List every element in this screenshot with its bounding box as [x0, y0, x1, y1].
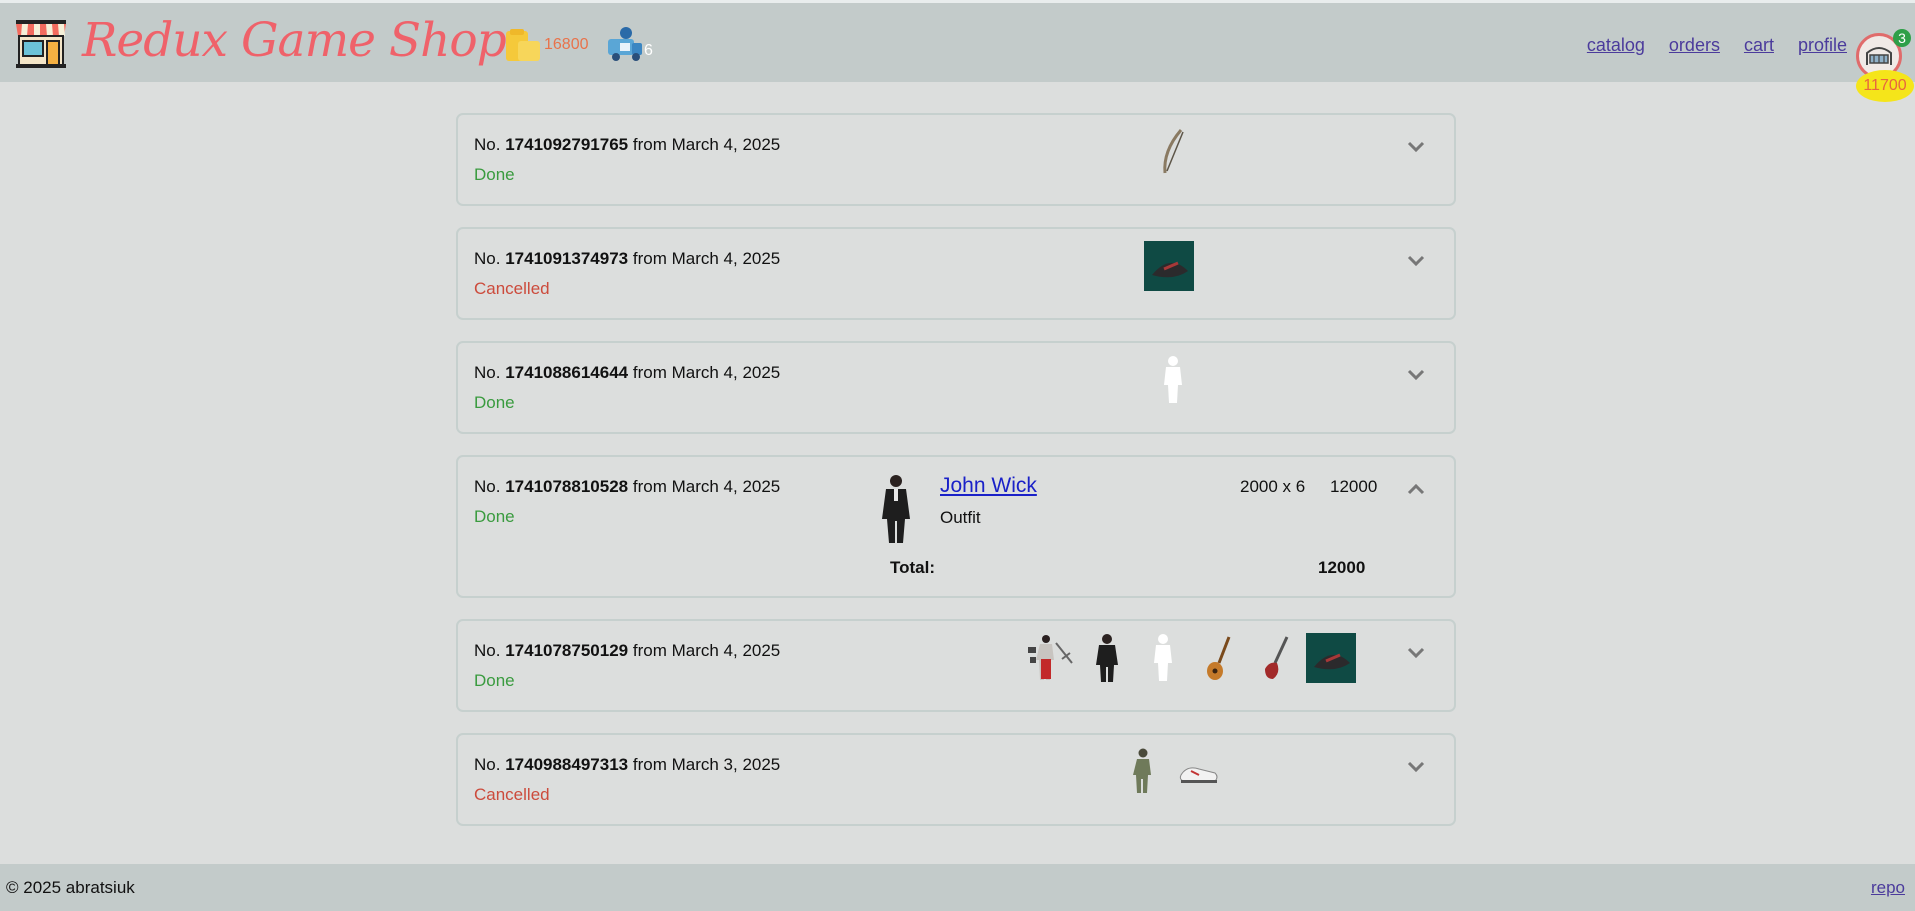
order-id: 1741078810528: [505, 477, 629, 496]
order-thumbnails: [1026, 633, 1356, 683]
chevron-down-icon[interactable]: [1406, 367, 1426, 383]
order-card[interactable]: No. 1740988497313 from March 3, 2025 Can…: [456, 733, 1456, 826]
chevron-down-icon[interactable]: [1406, 253, 1426, 269]
total-value: 12000: [1318, 558, 1366, 577]
order-no-label: No.: [474, 641, 501, 660]
coins-icon: [506, 29, 540, 61]
order-id: 1741091374973: [505, 249, 629, 268]
order-status: Cancelled: [474, 279, 550, 298]
order-date: from March 4, 2025: [632, 477, 781, 496]
order-no-label: No.: [474, 249, 501, 268]
order-no-label: No.: [474, 363, 501, 382]
top-bar: Redux Game Shop 16800 6 catalog orders c…: [0, 0, 1915, 102]
sneakers-thumbnail: [1174, 747, 1224, 797]
order-no-label: No.: [474, 477, 501, 496]
order-id: 1741078750129: [505, 641, 629, 660]
bundle-outfit-thumbnail: [1026, 633, 1076, 683]
order-id: 1741092791765: [505, 135, 629, 154]
order-date: from March 4, 2025: [632, 249, 781, 268]
bow-item-thumbnail: [1148, 127, 1198, 177]
order-header: No. 1741088614644 from March 4, 2025: [474, 363, 780, 383]
order-id: 1741088614644: [505, 363, 629, 382]
order-no-label: No.: [474, 135, 501, 154]
chevron-down-icon[interactable]: [1406, 645, 1426, 661]
order-thumbnails: [1148, 127, 1198, 177]
dark-outfit-thumbnail: [1082, 633, 1132, 683]
delivery-icon: [608, 27, 642, 61]
balance-badge: 11700: [1856, 70, 1914, 102]
nav-catalog[interactable]: catalog: [1587, 35, 1645, 56]
order-card-expanded[interactable]: No. 1741078810528 from March 4, 2025 Don…: [456, 455, 1456, 598]
order-status: Cancelled: [474, 785, 550, 804]
chevron-down-icon[interactable]: [1406, 759, 1426, 775]
brand-title: Redux Game Shop: [82, 13, 507, 68]
order-status: Done: [474, 393, 515, 412]
nav-orders[interactable]: orders: [1669, 35, 1720, 56]
order-date: from March 4, 2025: [632, 641, 781, 660]
chevron-up-icon[interactable]: [1406, 481, 1426, 497]
order-id: 1740988497313: [505, 755, 629, 774]
white-outfit-thumbnail: [1148, 355, 1198, 405]
item-name-link[interactable]: John Wick: [940, 474, 1037, 498]
order-status: Done: [474, 671, 515, 690]
white-outfit-thumbnail: [1138, 633, 1188, 683]
chevron-down-icon[interactable]: [1406, 139, 1426, 155]
total-label: Total:: [890, 558, 936, 577]
repo-link[interactable]: repo: [1871, 878, 1905, 898]
footer: © 2025 abratsiuk repo: [0, 864, 1915, 911]
order-no-label: No.: [474, 755, 501, 774]
item-type: Outfit: [940, 508, 981, 527]
shop-logo-icon[interactable]: [14, 18, 68, 70]
order-date: from March 3, 2025: [632, 755, 781, 774]
order-card[interactable]: No. 1741078750129 from March 4, 2025 Don…: [456, 619, 1456, 712]
copyright: © 2025 abratsiuk: [6, 878, 135, 897]
nav-profile[interactable]: profile: [1798, 35, 1847, 56]
order-header: No. 1741092791765 from March 4, 2025: [474, 135, 780, 155]
orders-count: 6: [644, 42, 653, 59]
order-date: from March 4, 2025: [632, 135, 781, 154]
cart-count-badge: 3: [1893, 29, 1911, 47]
coins-stat: 16800: [504, 27, 589, 63]
order-header: No. 1740988497313 from March 3, 2025: [474, 755, 780, 775]
acoustic-guitar-thumbnail: [1194, 633, 1244, 683]
glider-item-thumbnail: [1144, 241, 1194, 291]
order-header: No. 1741091374973 from March 4, 2025: [474, 249, 780, 269]
glider-item-thumbnail: [1306, 633, 1356, 683]
item-sum: 12000: [1330, 477, 1378, 496]
outfit-thumbnail: [1118, 747, 1168, 797]
order-card[interactable]: No. 1741091374973 from March 4, 2025 Can…: [456, 227, 1456, 320]
cart-badge[interactable]: 3 11700: [1852, 29, 1914, 103]
order-thumbnails: [1118, 747, 1224, 797]
order-header: No. 1741078750129 from March 4, 2025: [474, 641, 780, 661]
order-status: Done: [474, 165, 515, 184]
nav-cart[interactable]: cart: [1744, 35, 1774, 56]
item-image: [876, 473, 916, 545]
order-date: from March 4, 2025: [632, 363, 781, 382]
main-nav: catalog orders cart profile: [1587, 35, 1847, 56]
electric-guitar-thumbnail: [1250, 633, 1300, 683]
order-thumbnails: [1148, 355, 1198, 405]
item-quantity: 2000 x 6: [1240, 477, 1306, 496]
order-status: Done: [474, 507, 515, 526]
order-thumbnails: [1144, 241, 1194, 291]
coins-value: 16800: [544, 36, 589, 53]
order-card[interactable]: No. 1741092791765 from March 4, 2025 Don…: [456, 113, 1456, 206]
orders-list: No. 1741092791765 from March 4, 2025 Don…: [456, 113, 1456, 847]
orders-stat: 6: [606, 25, 653, 65]
order-card[interactable]: No. 1741088614644 from March 4, 2025 Don…: [456, 341, 1456, 434]
order-header: No. 1741078810528 from March 4, 2025: [474, 477, 780, 497]
